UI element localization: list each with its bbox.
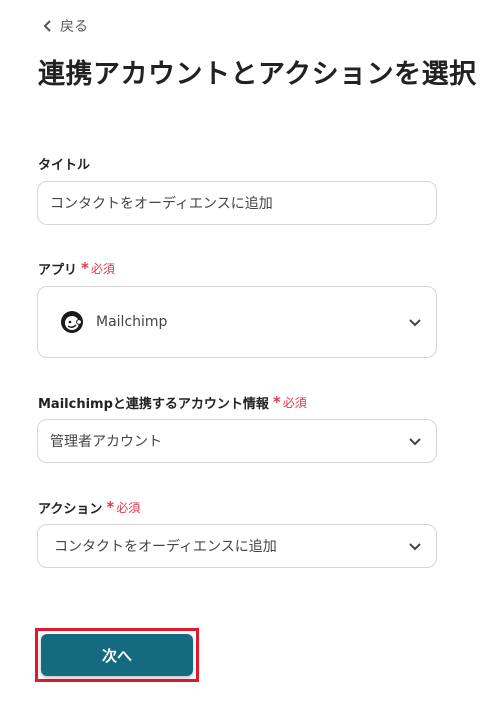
app-label-text: アプリ (38, 263, 78, 278)
page-title: 連携アカウントとアクションを選択 (38, 59, 477, 90)
app-select[interactable]: Mailchimp (37, 286, 437, 358)
title-input-value: コンタクトをオーディエンスに追加 (50, 196, 273, 212)
page: 戻る 連携アカウントとアクションを選択 タイトル コンタクトをオーディエンスに追… (0, 0, 502, 715)
action-select[interactable]: コンタクトをオーディエンスに追加 (37, 524, 437, 568)
required-text: 必須 (90, 262, 115, 276)
chevron-down-icon (409, 438, 421, 446)
account-label-text: Mailchimpと連携するアカウント情報 (38, 397, 269, 412)
back-label: 戻る (60, 19, 88, 35)
required-badge: * 必須 (81, 260, 115, 277)
title-field-label: タイトル (38, 154, 90, 173)
chevron-down-icon (409, 319, 421, 327)
required-badge: * 必須 (106, 499, 140, 516)
action-label-text: アクション (38, 502, 103, 517)
mailchimp-logo-icon (61, 311, 83, 333)
next-button-highlight: 次へ (35, 628, 199, 682)
chevron-down-icon (409, 543, 421, 551)
required-text: 必須 (282, 396, 307, 410)
next-button[interactable]: 次へ (41, 634, 193, 676)
title-input[interactable]: コンタクトをオーディエンスに追加 (37, 181, 437, 225)
asterisk-icon: * (81, 259, 89, 277)
title-label-text: タイトル (38, 158, 91, 173)
required-text: 必須 (116, 501, 141, 515)
asterisk-icon: * (272, 393, 281, 411)
action-select-value: コンタクトをオーディエンスに追加 (54, 539, 277, 555)
account-select-value: 管理者アカウント (50, 434, 162, 450)
asterisk-icon: * (106, 498, 115, 516)
app-field-label: アプリ * 必須 (38, 259, 115, 279)
app-select-value: Mailchimp (96, 314, 168, 330)
back-link[interactable]: 戻る (42, 16, 88, 36)
chevron-left-icon (43, 20, 51, 32)
action-field-label: アクション * 必須 (38, 498, 140, 518)
account-field-label: Mailchimpと連携するアカウント情報 * 必須 (38, 393, 307, 413)
account-select[interactable]: 管理者アカウント (37, 419, 437, 463)
required-badge: * 必須 (273, 394, 307, 411)
